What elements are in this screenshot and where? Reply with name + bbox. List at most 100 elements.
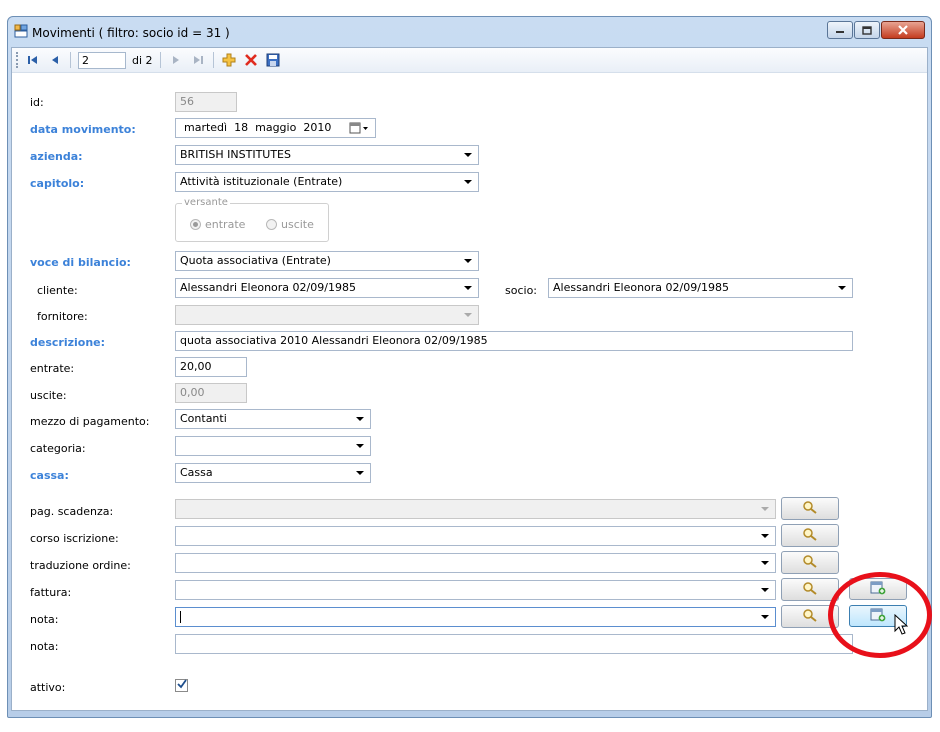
mezzo-di-pagamento-select[interactable]: Contanti xyxy=(175,409,371,429)
attivo-label: attivo: xyxy=(30,681,66,694)
date-picker[interactable]: martedì 18 maggio 2010 xyxy=(175,118,376,138)
descrizione-input[interactable]: quota associativa 2010 Alessandri Eleono… xyxy=(175,331,853,351)
radio-entrate-label: entrate xyxy=(205,218,246,231)
categoria-select[interactable] xyxy=(175,436,371,456)
record-position-input[interactable]: 2 xyxy=(78,51,126,69)
id-field: 56 xyxy=(175,92,237,112)
nota-text-label: nota: xyxy=(30,640,59,653)
attivo-checkbox[interactable] xyxy=(175,679,188,692)
nota-text-input[interactable] xyxy=(175,634,853,654)
chevron-down-icon xyxy=(761,615,769,619)
new-record-icon xyxy=(870,581,886,598)
voce-di-bilancio-value: Quota associativa (Entrate) xyxy=(180,254,331,267)
mouse-pointer-icon xyxy=(894,613,909,639)
record-total: di 2 xyxy=(132,53,153,67)
cliente-label: cliente: xyxy=(37,284,78,297)
capitolo-label: capitolo: xyxy=(30,177,85,190)
delete-icon[interactable] xyxy=(243,52,259,68)
mezzo-di-pagamento-label: mezzo di pagamento: xyxy=(30,415,150,428)
previous-record-icon[interactable] xyxy=(47,52,63,68)
radio-uscite-label: uscite xyxy=(281,218,314,231)
window-title: Movimenti ( filtro: socio id = 31 ) xyxy=(32,26,230,40)
minimize-icon[interactable] xyxy=(827,21,853,39)
search-icon xyxy=(802,500,818,517)
nota-select[interactable] xyxy=(175,607,776,627)
radio-uscite[interactable]: uscite xyxy=(266,218,314,231)
chevron-down-icon xyxy=(761,561,769,565)
close-icon[interactable] xyxy=(881,21,925,39)
socio-label: socio: xyxy=(505,284,538,297)
first-record-icon[interactable] xyxy=(25,52,41,68)
fattura-search-button[interactable] xyxy=(781,578,839,601)
title-bar[interactable]: Movimenti ( filtro: socio id = 31 ) xyxy=(8,17,931,47)
date-weekday: martedì xyxy=(184,121,228,134)
fattura-label: fattura: xyxy=(30,586,72,599)
nota-search-button[interactable] xyxy=(781,605,839,628)
corso-iscrizione-select[interactable] xyxy=(175,526,776,546)
date-day: 18 xyxy=(234,121,249,134)
fornitore-label: fornitore: xyxy=(37,310,88,323)
chevron-down-icon xyxy=(464,180,472,184)
chevron-down-icon xyxy=(761,534,769,538)
text-caret xyxy=(180,611,181,623)
chevron-down-icon xyxy=(464,259,472,263)
chevron-down-icon xyxy=(356,417,364,421)
versante-title: versante xyxy=(182,197,230,208)
pag-scadenza-label: pag. scadenza: xyxy=(30,505,114,518)
entrate-input[interactable]: 20,00 xyxy=(175,357,247,377)
cassa-label: cassa: xyxy=(30,469,69,482)
azienda-label: azienda: xyxy=(30,150,83,163)
fornitore-select[interactable] xyxy=(175,305,479,325)
binding-navigator: 2 di 2 xyxy=(12,48,927,73)
entrate-label: entrate: xyxy=(30,362,75,375)
toolbar-grip[interactable] xyxy=(16,52,19,68)
fattura-new-button[interactable] xyxy=(849,578,907,600)
new-record-icon xyxy=(870,608,886,625)
capitolo-select[interactable]: Attività istituzionale (Entrate) xyxy=(175,172,479,192)
next-record-icon[interactable] xyxy=(168,52,184,68)
uscite-label: uscite: xyxy=(30,389,67,402)
azienda-select[interactable]: BRITISH INSTITUTES xyxy=(175,145,479,165)
versante-groupbox: versante entrate uscite xyxy=(175,197,329,242)
azienda-value: BRITISH INSTITUTES xyxy=(180,148,291,161)
nota-select-label: nota: xyxy=(30,613,59,626)
fattura-select[interactable] xyxy=(175,580,776,600)
last-record-icon[interactable] xyxy=(190,52,206,68)
form-icon xyxy=(14,24,28,38)
traduzione-ordine-label: traduzione ordine: xyxy=(30,559,131,572)
socio-select[interactable]: Alessandri Eleonora 02/09/1985 xyxy=(548,278,853,298)
pag-scadenza-select[interactable] xyxy=(175,499,776,519)
chevron-down-icon xyxy=(761,507,769,511)
toolbar-separator xyxy=(159,52,161,68)
calendar-icon[interactable] xyxy=(349,122,369,137)
voce-di-bilancio-select[interactable]: Quota associativa (Entrate) xyxy=(175,251,479,271)
traduzione-ordine-search-button[interactable] xyxy=(781,551,839,574)
add-icon[interactable] xyxy=(221,52,237,68)
maximize-icon[interactable] xyxy=(854,21,880,39)
search-icon xyxy=(802,527,818,544)
date-year: 2010 xyxy=(303,121,332,134)
search-icon xyxy=(802,581,818,598)
corso-iscrizione-label: corso iscrizione: xyxy=(30,532,119,545)
id-label: id: xyxy=(30,96,44,109)
cassa-select[interactable]: Cassa xyxy=(175,463,371,483)
chevron-down-icon xyxy=(464,153,472,157)
descrizione-label: descrizione: xyxy=(30,336,106,349)
chevron-down-icon xyxy=(464,313,472,317)
cliente-value: Alessandri Eleonora 02/09/1985 xyxy=(180,281,356,294)
categoria-label: categoria: xyxy=(30,442,86,455)
cassa-value: Cassa xyxy=(180,466,213,479)
corso-iscrizione-search-button[interactable] xyxy=(781,524,839,547)
cliente-select[interactable]: Alessandri Eleonora 02/09/1985 xyxy=(175,278,479,298)
chevron-down-icon xyxy=(356,444,364,448)
date-month: maggio xyxy=(255,121,297,134)
uscite-input: 0,00 xyxy=(175,383,247,403)
radio-entrate[interactable]: entrate xyxy=(190,218,245,231)
save-icon[interactable] xyxy=(265,52,281,68)
chevron-down-icon xyxy=(838,286,846,290)
checkmark-icon xyxy=(176,679,187,692)
mezzo-di-pagamento-value: Contanti xyxy=(180,412,227,425)
pag-scadenza-search-button[interactable] xyxy=(781,497,839,520)
traduzione-ordine-select[interactable] xyxy=(175,553,776,573)
chevron-down-icon xyxy=(464,286,472,290)
